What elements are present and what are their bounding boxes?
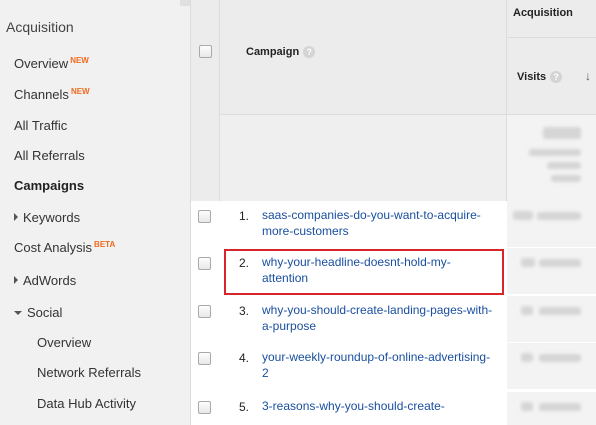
row-number: 3. [238, 304, 249, 318]
campaign-column-header[interactable]: Campaign? [220, 0, 507, 115]
redacted-visits-percent [539, 354, 581, 362]
campaign-table: Campaign? Acquisition Visits? ↓ 1. saas-… [191, 0, 596, 425]
sidebar-item-label: AdWords [23, 273, 77, 288]
row-checkbox[interactable] [198, 352, 211, 365]
expand-triangle-icon [14, 276, 18, 284]
sidebar-item-label: Data Hub Activity [37, 396, 136, 411]
acquisition-header-label: Acquisition [513, 7, 573, 19]
highlight-box [224, 249, 504, 295]
summary-row-visits-cell [507, 115, 596, 201]
sidebar-item-label: Channels [14, 87, 69, 102]
redacted-visits-value [521, 258, 535, 267]
row-checkbox[interactable] [198, 257, 211, 270]
row-checkbox[interactable] [198, 401, 211, 414]
redacted-visits-percent [539, 403, 581, 411]
sidebar-item-label: Network Referrals [37, 365, 142, 380]
visits-header-label: Visits [517, 71, 547, 83]
summary-row-campaign-cell [220, 115, 507, 201]
visits-cell [507, 296, 596, 342]
sidebar-item-data-hub-activity[interactable]: Data Hub Activity [37, 396, 136, 411]
redacted-visits-value [521, 402, 533, 411]
select-all-checkbox[interactable] [199, 45, 212, 58]
help-icon[interactable]: ? [303, 46, 316, 58]
new-badge: NEW [70, 87, 90, 96]
sidebar-nav: Acquisition Overview NEW Channels NEW All … [0, 0, 191, 425]
sidebar-item-label: Campaigns [14, 178, 85, 193]
visits-column-header[interactable]: Visits? ↓ [507, 38, 596, 115]
table-row: 5. 3-reasons-why-you-should-create- [191, 392, 596, 425]
redacted-visits-value [513, 211, 533, 220]
sort-descending-icon[interactable]: ↓ [585, 69, 591, 83]
redacted-visits-value [521, 353, 533, 362]
sidebar-item-label: Social [27, 305, 63, 320]
visits-cell [507, 248, 596, 294]
collapse-triangle-icon [14, 311, 22, 315]
campaign-link[interactable]: your-weekly-roundup-of-online-advertisin… [262, 349, 494, 381]
sidebar-item-network-referrals[interactable]: Network Referrals [37, 365, 141, 380]
sidebar-item-adwords[interactable]: AdWords [14, 273, 76, 288]
table-row: 3. why-you-should-create-landing-pages-w… [191, 296, 596, 342]
sidebar-item-social[interactable]: Social [14, 305, 62, 320]
sidebar-item-all-referrals[interactable]: All Referrals [14, 148, 85, 163]
sidebar-item-label: Overview [14, 56, 69, 71]
sidebar-item-label: Overview [37, 335, 92, 350]
visits-cell [507, 201, 596, 247]
help-icon[interactable]: ? [550, 71, 563, 83]
sidebar-item-label: Keywords [23, 210, 81, 225]
visits-cell [507, 392, 596, 425]
sidebar-item-all-traffic[interactable]: All Traffic [14, 118, 67, 133]
campaign-link[interactable]: saas-companies-do-you-want-to-acquire-mo… [262, 207, 494, 239]
expand-triangle-icon [14, 213, 18, 221]
redacted-total-detail [529, 149, 581, 156]
row-checkbox[interactable] [198, 305, 211, 318]
sidebar-item-channels[interactable]: Channels NEW [14, 87, 90, 102]
redacted-total-detail [547, 162, 581, 169]
sidebar-item-overview[interactable]: Overview NEW [14, 56, 89, 71]
campaign-link[interactable]: why-you-should-create-landing-pages-with… [262, 302, 494, 334]
acquisition-group-header: Acquisition [507, 0, 596, 38]
sidebar-item-label: All Referrals [14, 148, 85, 163]
sidebar-item-label: All Traffic [14, 118, 68, 133]
row-number: 4. [238, 351, 249, 365]
sidebar-item-label: Cost Analysis [14, 240, 93, 255]
sidebar-item-campaigns[interactable]: Campaigns [14, 178, 84, 193]
row-checkbox[interactable] [198, 210, 211, 223]
redacted-total-visits [543, 127, 581, 139]
table-row: 1. saas-companies-do-you-want-to-acquire… [191, 201, 596, 247]
beta-badge: BETA [94, 240, 116, 249]
scrollbar-stub[interactable] [180, 0, 190, 6]
table-row: 4. your-weekly-roundup-of-online-adverti… [191, 343, 596, 389]
new-badge: NEW [70, 56, 89, 65]
redacted-visits-percent [539, 259, 581, 267]
redacted-visits-percent [537, 212, 581, 220]
visits-cell [507, 343, 596, 389]
campaign-link[interactable]: 3-reasons-why-you-should-create- [262, 398, 494, 414]
redacted-visits-percent [539, 307, 581, 315]
campaign-header-label: Campaign [246, 46, 300, 58]
row-number: 1. [238, 209, 249, 223]
header-checkbox-cell [191, 0, 220, 201]
sidebar-item-social-overview[interactable]: Overview [37, 335, 91, 350]
redacted-total-detail [551, 175, 581, 182]
row-number: 5. [238, 400, 249, 414]
sidebar-heading-acquisition[interactable]: Acquisition [6, 19, 74, 35]
sidebar-item-cost-analysis[interactable]: Cost Analysis BETA [14, 240, 115, 255]
sidebar-item-keywords[interactable]: Keywords [14, 210, 80, 225]
redacted-visits-value [521, 306, 533, 315]
